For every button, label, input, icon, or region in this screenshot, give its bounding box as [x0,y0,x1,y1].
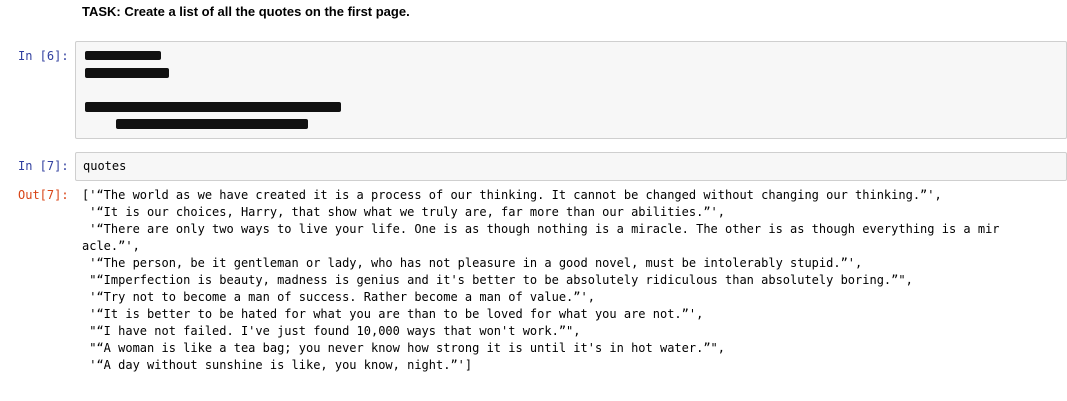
output-line: ['“The world as we have created it is a … [82,188,942,202]
redacted-code-line-1 [85,51,161,60]
output-line: '“Try not to become a man of success. Ra… [82,290,595,304]
output-7-prompt: Out[7]: [18,188,69,202]
cell-7-code[interactable]: quotes [83,158,126,175]
output-line: "“I have not failed. I've just found 10,… [82,324,581,338]
cell-6-code-area[interactable] [75,41,1067,139]
cell-7-prompt: In [7]: [18,159,69,173]
redacted-code-line-4 [116,119,308,129]
cell-6-prompt: In [6]: [18,49,69,63]
redacted-code-line-2 [85,68,169,78]
cell-7-code-area[interactable]: quotes [75,152,1067,181]
output-line: '“It is better to be hated for what you … [82,307,704,321]
task-heading: TASK: Create a list of all the quotes on… [82,4,410,19]
output-line: "“Imperfection is beauty, madness is gen… [82,273,913,287]
output-area: ['“The world as we have created it is a … [82,187,1067,374]
output-line: '“It is our choices, Harry, that show wh… [82,205,725,219]
output-line: '“There are only two ways to live your l… [82,222,1000,236]
output-line: acle.”', [82,239,140,253]
output-line: '“The person, be it gentleman or lady, w… [82,256,863,270]
redacted-code-line-3 [85,102,341,112]
output-line: '“A day without sunshine is like, you kn… [82,358,473,372]
output-line: "“A woman is like a tea bag; you never k… [82,341,725,355]
